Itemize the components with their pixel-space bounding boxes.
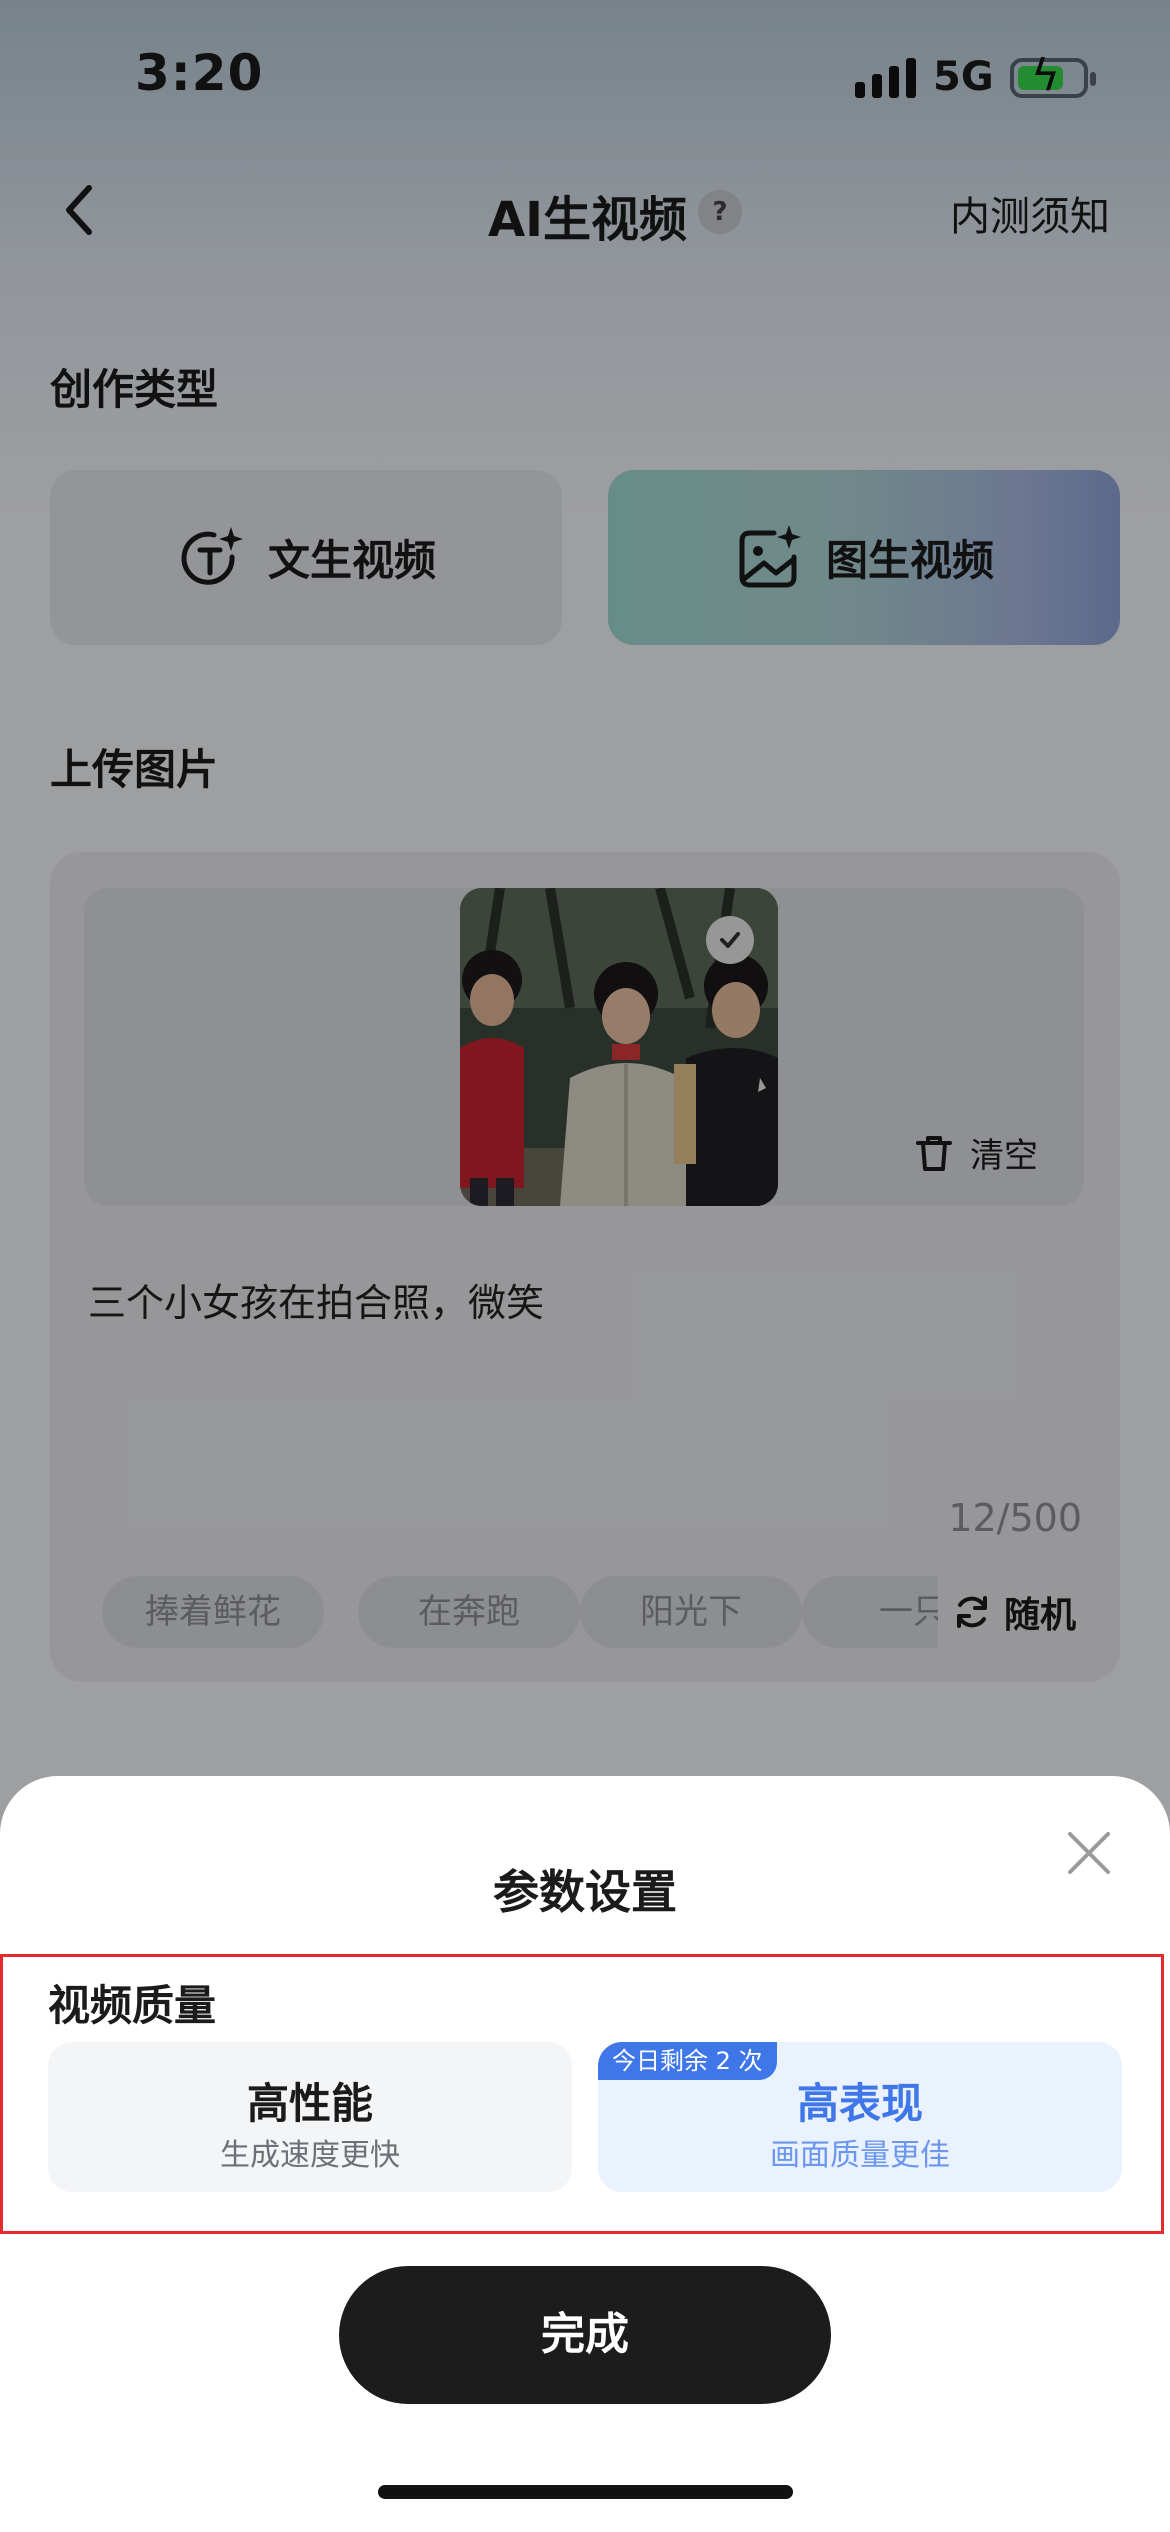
sheet-title: 参数设置 — [493, 1865, 677, 1919]
quality-option-performance[interactable]: 高性能 生成速度更快 — [48, 2042, 572, 2192]
parameter-sheet: 参数设置 视频质量 高性能 生成速度更快 今日剩余 2 次 高表现 画面质量更佳… — [0, 1776, 1170, 2532]
quality-option-subtitle: 生成速度更快 — [220, 2138, 400, 2173]
quality-option-subtitle: 画面质量更佳 — [770, 2138, 950, 2173]
quality-option-high-quality[interactable]: 今日剩余 2 次 高表现 画面质量更佳 — [598, 2042, 1122, 2192]
done-button[interactable]: 完成 — [339, 2266, 831, 2404]
quality-option-title: 高表现 — [796, 2079, 923, 2128]
close-icon[interactable] — [1064, 1828, 1114, 1878]
video-quality-label: 视频质量 — [48, 1981, 217, 2030]
quality-option-title: 高性能 — [246, 2079, 373, 2128]
home-indicator — [378, 2485, 793, 2499]
